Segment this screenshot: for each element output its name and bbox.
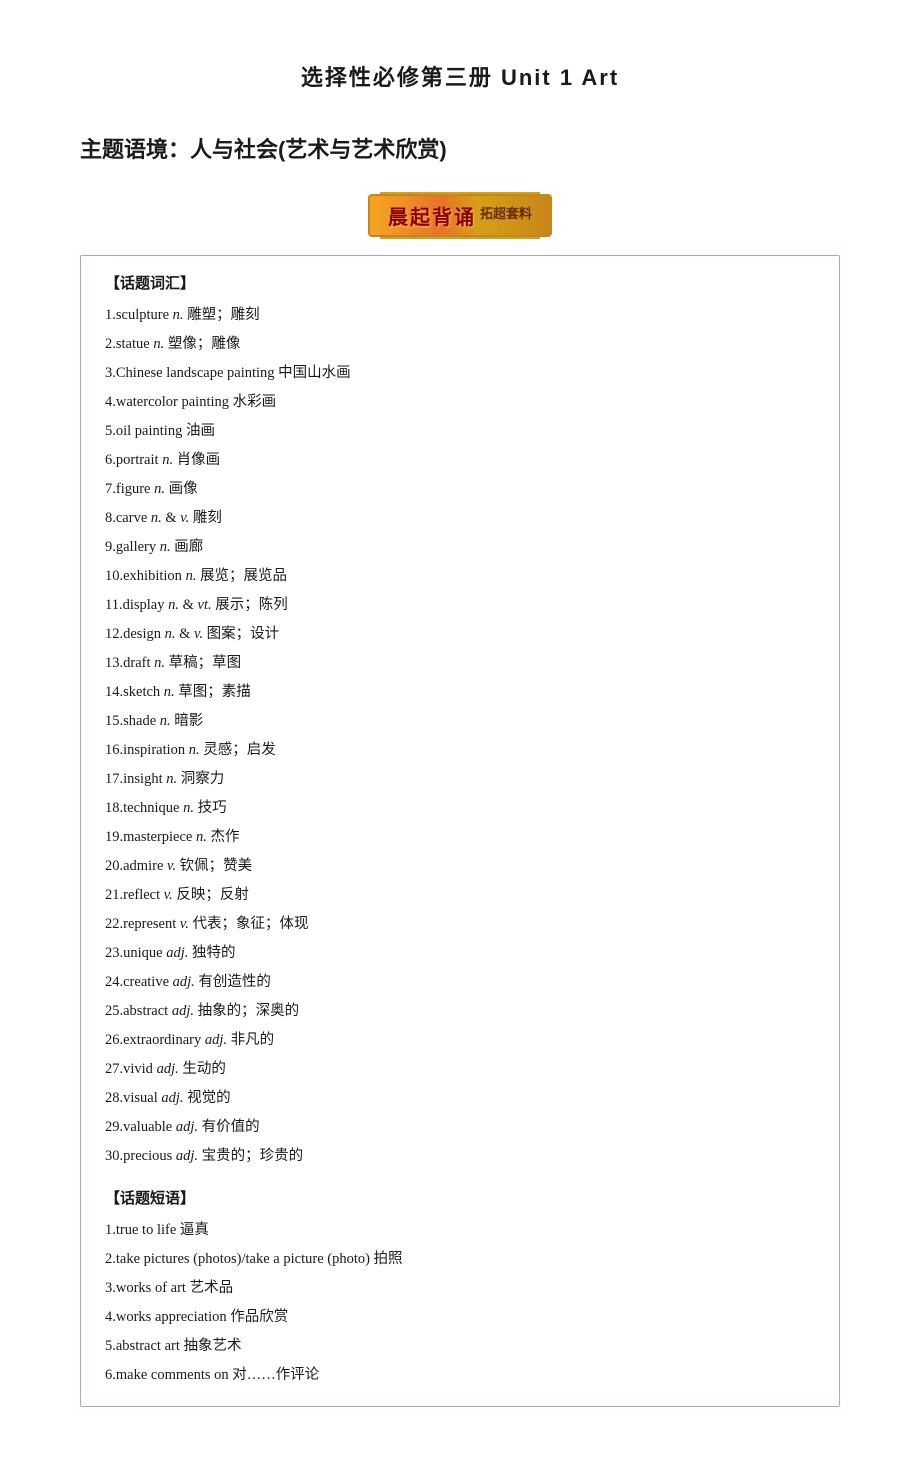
- banner-wrapper: 晨起背诵拓超套料: [80, 194, 840, 237]
- content-box: 【话题词汇】 1.sculpture n. 雕塑；雕刻2.statue n. 塑…: [80, 255, 840, 1407]
- phrases-list: 1.true to life 逼真2.take pictures (photos…: [105, 1216, 815, 1390]
- vocab-item: 9.gallery n. 画廊: [105, 533, 815, 562]
- vocab-item: 17.insight n. 洞察力: [105, 765, 815, 794]
- vocab-item: 18.technique n. 技巧: [105, 794, 815, 823]
- vocab-section-title: 【话题词汇】: [105, 272, 815, 293]
- vocab-item: 25.abstract adj. 抽象的；深奥的: [105, 997, 815, 1026]
- vocab-item: 5.oil painting 油画: [105, 417, 815, 446]
- vocab-item: 16.inspiration n. 灵感；启发: [105, 736, 815, 765]
- vocab-item: 26.extraordinary adj. 非凡的: [105, 1026, 815, 1055]
- phrase-item: 1.true to life 逼真: [105, 1216, 815, 1245]
- vocab-item: 2.statue n. 塑像；雕像: [105, 330, 815, 359]
- vocab-item: 1.sculpture n. 雕塑；雕刻: [105, 301, 815, 330]
- phrases-section-title: 【话题短语】: [105, 1187, 815, 1208]
- phrase-item: 2.take pictures (photos)/take a picture …: [105, 1245, 815, 1274]
- banner-border-top: [380, 192, 540, 194]
- vocab-item: 29.valuable adj. 有价值的: [105, 1113, 815, 1142]
- vocab-item: 21.reflect v. 反映；反射: [105, 881, 815, 910]
- banner: 晨起背诵拓超套料: [368, 194, 552, 237]
- vocab-item: 23.unique adj. 独特的: [105, 939, 815, 968]
- vocab-item: 20.admire v. 钦佩；赞美: [105, 852, 815, 881]
- vocab-item: 8.carve n. & v. 雕刻: [105, 504, 815, 533]
- phrase-item: 6.make comments on 对……作评论: [105, 1361, 815, 1390]
- banner-text: 晨起背诵: [388, 207, 476, 229]
- main-title: 选择性必修第三册 Unit 1 Art: [80, 60, 840, 92]
- vocab-item: 28.visual adj. 视觉的: [105, 1084, 815, 1113]
- vocab-item: 10.exhibition n. 展览；展览品: [105, 562, 815, 591]
- banner-border-bottom: [380, 237, 540, 239]
- phrase-item: 3.works of art 艺术品: [105, 1274, 815, 1303]
- vocab-item: 4.watercolor painting 水彩画: [105, 388, 815, 417]
- vocab-item: 6.portrait n. 肖像画: [105, 446, 815, 475]
- vocab-item: 22.represent v. 代表；象征；体现: [105, 910, 815, 939]
- phrase-item: 5.abstract art 抽象艺术: [105, 1332, 815, 1361]
- phrase-item: 4.works appreciation 作品欣赏: [105, 1303, 815, 1332]
- banner-subtitle: 拓超套料: [480, 206, 532, 221]
- theme-title: 主题语境：人与社会(艺术与艺术欣赏): [80, 132, 840, 164]
- vocab-list: 1.sculpture n. 雕塑；雕刻2.statue n. 塑像；雕像3.C…: [105, 301, 815, 1171]
- vocab-item: 11.display n. & vt. 展示；陈列: [105, 591, 815, 620]
- vocab-item: 12.design n. & v. 图案；设计: [105, 620, 815, 649]
- vocab-item: 19.masterpiece n. 杰作: [105, 823, 815, 852]
- vocab-item: 30.precious adj. 宝贵的；珍贵的: [105, 1142, 815, 1171]
- vocab-item: 24.creative adj. 有创造性的: [105, 968, 815, 997]
- vocab-item: 7.figure n. 画像: [105, 475, 815, 504]
- vocab-item: 3.Chinese landscape painting 中国山水画: [105, 359, 815, 388]
- vocab-item: 15.shade n. 暗影: [105, 707, 815, 736]
- phrases-section: 【话题短语】 1.true to life 逼真2.take pictures …: [105, 1187, 815, 1390]
- vocab-item: 13.draft n. 草稿；草图: [105, 649, 815, 678]
- vocab-item: 14.sketch n. 草图；素描: [105, 678, 815, 707]
- vocab-item: 27.vivid adj. 生动的: [105, 1055, 815, 1084]
